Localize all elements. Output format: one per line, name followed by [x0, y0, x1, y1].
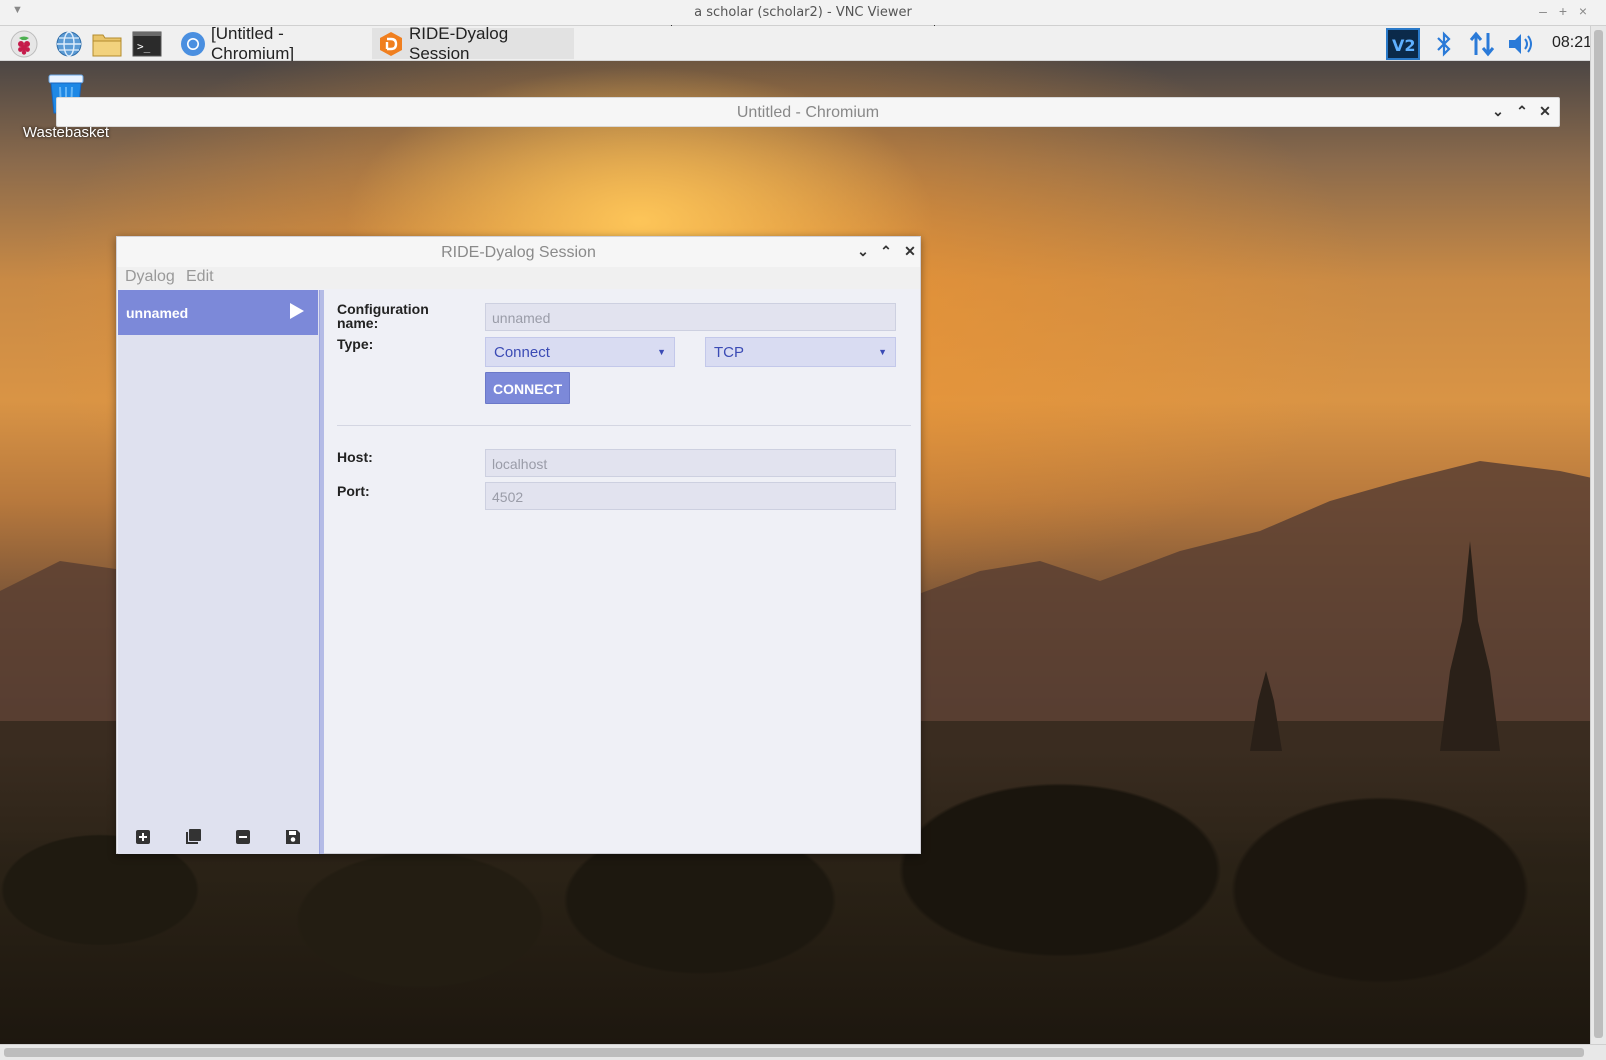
config-name-input[interactable]: unnamed: [485, 303, 896, 331]
vnc-window-title: a scholar (scholar2) - VNC Viewer: [694, 5, 912, 20]
config-form: Configuration name: unnamed Type: Connec…: [325, 290, 920, 854]
terminal-icon[interactable]: >_: [132, 29, 162, 59]
chromium-window-title: Untitled - Chromium: [736, 104, 880, 121]
vnc-vertical-scrollbar[interactable]: [1590, 26, 1606, 1044]
taskbar-task-chromium[interactable]: [Untitled - Chromium]: [174, 24, 364, 63]
ride-icon: [378, 31, 404, 57]
config-name-label: Configuration name:: [337, 302, 429, 330]
clone-config-button[interactable]: [183, 827, 203, 847]
raspberry-menu-icon[interactable]: [9, 29, 39, 59]
chromium-maximize-button[interactable]: ⌃: [1514, 103, 1530, 120]
svg-text:>_: >_: [137, 40, 151, 53]
config-sidebar: unnamed: [118, 290, 319, 854]
vnc-close-button[interactable]: ×: [1574, 3, 1592, 19]
taskbar-task-label: RIDE-Dyalog Session: [409, 23, 509, 63]
config-name-label-line1: Configuration: [337, 301, 429, 317]
ride-maximize-button[interactable]: ⌃: [878, 243, 894, 260]
save-icon: [286, 830, 300, 844]
save-config-button[interactable]: [283, 827, 303, 847]
ride-title-bar[interactable]: RIDE-Dyalog Session ⌄ ⌃ ✕: [117, 237, 920, 267]
taskbar-task-ride[interactable]: RIDE-Dyalog Session: [372, 24, 574, 63]
chromium-icon: [180, 31, 206, 57]
type-select-value: Connect: [494, 344, 550, 361]
port-label: Port:: [337, 483, 370, 499]
port-input[interactable]: 4502: [485, 482, 896, 510]
vnc-vertical-scroll-thumb[interactable]: [1594, 30, 1603, 1038]
form-divider: [337, 425, 911, 426]
desktop: Wastebasket Untitled - Chromium ⌄ ⌃ ✕ RI…: [0, 61, 1606, 1060]
vnc-horizontal-scrollbar[interactable]: [0, 1044, 1606, 1060]
host-input[interactable]: localhost: [485, 449, 896, 477]
vnc-title-bar: ▼ a scholar (scholar2) - VNC Viewer – + …: [0, 0, 1606, 28]
ride-window-title: RIDE-Dyalog Session: [441, 244, 596, 261]
play-icon[interactable]: [290, 303, 304, 319]
type-label: Type:: [337, 336, 374, 352]
type-select[interactable]: Connect ▼: [485, 337, 675, 367]
chevron-down-icon: ▼: [878, 347, 887, 357]
panel-splitter[interactable]: [319, 290, 324, 854]
protocol-select[interactable]: TCP ▼: [705, 337, 896, 367]
ride-minimize-button[interactable]: ⌄: [855, 243, 871, 260]
bluetooth-icon[interactable]: [1430, 28, 1458, 60]
taskbar: >_ [Untitled - Chromium] RIDE-Dyalog Ses…: [0, 24, 1606, 63]
chromium-minimize-button[interactable]: ⌄: [1490, 103, 1506, 120]
clock[interactable]: 08:21: [1552, 34, 1592, 52]
remove-icon: [236, 830, 250, 844]
config-name-label-line2: name:: [337, 315, 379, 331]
menu-dyalog[interactable]: Dyalog: [125, 268, 175, 286]
vnc-icon[interactable]: V2: [1385, 28, 1421, 60]
add-config-button[interactable]: [133, 827, 153, 847]
svg-text:V2: V2: [1392, 36, 1416, 55]
vnc-maximize-button[interactable]: +: [1554, 3, 1572, 19]
chevron-down-icon: ▼: [657, 347, 666, 357]
taskbar-task-label: [Untitled - Chromium]: [211, 23, 295, 63]
remove-config-button[interactable]: [233, 827, 253, 847]
network-icon[interactable]: [1466, 28, 1498, 60]
chromium-close-button[interactable]: ✕: [1537, 103, 1553, 120]
chromium-window[interactable]: Untitled - Chromium ⌄ ⌃ ✕: [56, 97, 1560, 127]
volume-icon[interactable]: [1506, 28, 1538, 60]
config-list-item[interactable]: unnamed: [118, 290, 318, 335]
web-browser-icon[interactable]: [54, 29, 84, 59]
protocol-select-value: TCP: [714, 344, 744, 361]
host-label: Host:: [337, 449, 373, 465]
menu-edit[interactable]: Edit: [186, 268, 214, 286]
file-manager-icon[interactable]: [92, 29, 122, 59]
ride-menu-bar: Dyalog Edit: [117, 267, 920, 289]
clone-icon: [186, 829, 201, 844]
ride-close-button[interactable]: ✕: [902, 243, 918, 260]
add-icon: [136, 830, 150, 844]
sidebar-toolbar: [118, 820, 318, 854]
ride-window: RIDE-Dyalog Session ⌄ ⌃ ✕ Dyalog Edit un…: [116, 236, 921, 854]
config-list-item-label: unnamed: [126, 305, 189, 321]
connect-button[interactable]: CONNECT: [485, 372, 571, 404]
vnc-horizontal-scroll-thumb[interactable]: [4, 1048, 1584, 1057]
vnc-minimize-button[interactable]: –: [1534, 3, 1552, 19]
